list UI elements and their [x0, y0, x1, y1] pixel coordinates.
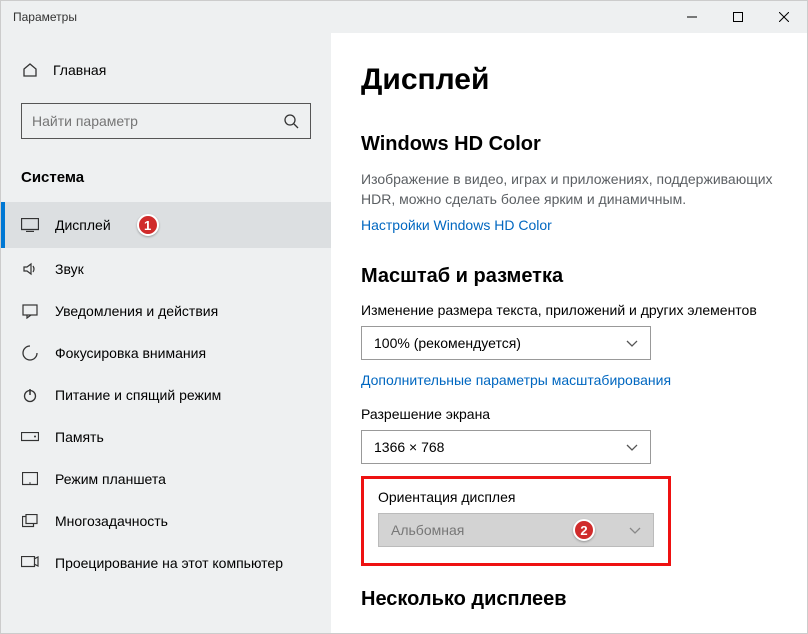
nav-label: Память	[55, 429, 104, 445]
home-icon	[21, 61, 39, 79]
multi-display-heading: Несколько дисплеев	[361, 588, 777, 611]
power-icon	[21, 386, 39, 404]
nav-label: Уведомления и действия	[55, 303, 218, 319]
hd-settings-link[interactable]: Настройки Windows HD Color	[361, 217, 552, 233]
nav-item-power[interactable]: Питание и спящий режим	[1, 374, 331, 416]
orientation-select[interactable]: Альбомная 2	[378, 513, 654, 547]
search-input[interactable]	[32, 113, 282, 129]
focus-icon	[21, 344, 39, 362]
chevron-down-icon	[626, 335, 638, 351]
nav-item-tablet[interactable]: Режим планшета	[1, 458, 331, 500]
minimize-button[interactable]	[669, 1, 715, 33]
nav-label: Дисплей	[55, 217, 111, 233]
main-content: Дисплей Windows HD Color Изображение в в…	[331, 33, 807, 633]
nav-item-notifications[interactable]: Уведомления и действия	[1, 290, 331, 332]
scale-select[interactable]: 100% (рекомендуется)	[361, 326, 651, 360]
maximize-button[interactable]	[715, 1, 761, 33]
sidebar: Главная Система Дисплей 1 Звук	[1, 33, 331, 633]
advanced-scaling-link[interactable]: Дополнительные параметры масштабирования	[361, 372, 671, 388]
nav-label: Многозадачность	[55, 513, 168, 529]
hd-description: Изображение в видео, играх и приложениях…	[361, 170, 777, 209]
tablet-icon	[21, 470, 39, 488]
nav-item-focus[interactable]: Фокусировка внимания	[1, 332, 331, 374]
resolution-select[interactable]: 1366 × 768	[361, 430, 651, 464]
scale-heading: Масштаб и разметка	[361, 265, 777, 288]
section-title: Система	[1, 159, 331, 202]
scale-label: Изменение размера текста, приложений и д…	[361, 302, 777, 318]
orientation-label: Ориентация дисплея	[378, 489, 654, 505]
home-label: Главная	[53, 62, 106, 78]
annotation-badge-1: 1	[137, 214, 159, 236]
annotation-badge-2: 2	[573, 519, 595, 541]
resolution-value: 1366 × 768	[374, 439, 444, 455]
nav-item-project[interactable]: Проецирование на этот компьютер	[1, 542, 331, 584]
search-box[interactable]	[21, 103, 311, 139]
resolution-label: Разрешение экрана	[361, 406, 777, 422]
search-icon	[282, 112, 300, 130]
window-title: Параметры	[1, 10, 77, 24]
chevron-down-icon	[629, 522, 641, 538]
close-button[interactable]	[761, 1, 807, 33]
nav-item-storage[interactable]: Память	[1, 416, 331, 458]
page-title: Дисплей	[361, 63, 777, 97]
nav-label: Проецирование на этот компьютер	[55, 555, 283, 571]
scale-value: 100% (рекомендуется)	[374, 335, 521, 351]
storage-icon	[21, 428, 39, 446]
project-icon	[21, 554, 39, 572]
orientation-highlight: Ориентация дисплея Альбомная 2	[361, 476, 671, 566]
nav-label: Питание и спящий режим	[55, 387, 221, 403]
nav-label: Фокусировка внимания	[55, 345, 206, 361]
sound-icon	[21, 260, 39, 278]
home-link[interactable]: Главная	[1, 53, 331, 87]
nav-label: Звук	[55, 261, 84, 277]
nav-item-display[interactable]: Дисплей 1	[1, 202, 331, 248]
multitask-icon	[21, 512, 39, 530]
nav-label: Режим планшета	[55, 471, 166, 487]
hd-heading: Windows HD Color	[361, 133, 777, 156]
display-icon	[21, 216, 39, 234]
nav-item-multitask[interactable]: Многозадачность	[1, 500, 331, 542]
nav-item-sound[interactable]: Звук	[1, 248, 331, 290]
titlebar: Параметры	[1, 1, 807, 33]
chevron-down-icon	[626, 439, 638, 455]
notifications-icon	[21, 302, 39, 320]
orientation-value: Альбомная	[391, 522, 464, 538]
